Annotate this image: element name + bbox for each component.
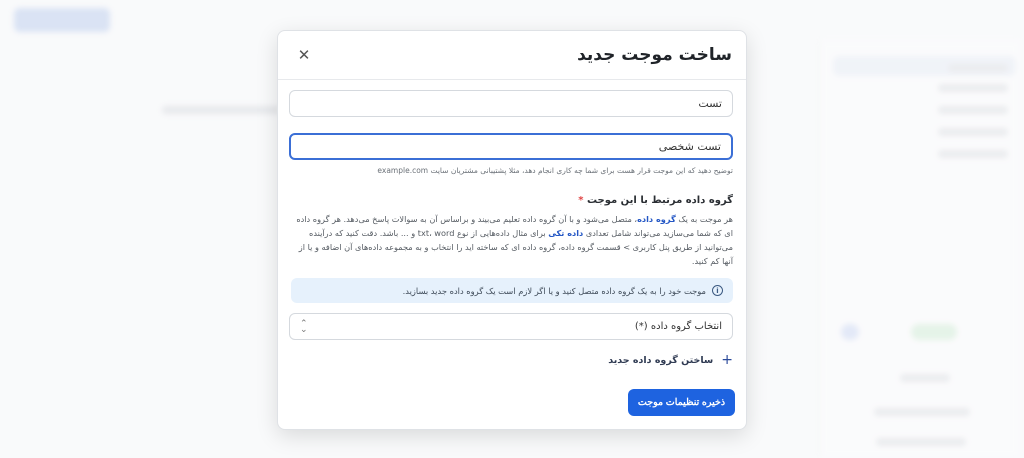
create-mojet-dialog: ساخت موجت جدید ✕ توضیح دهید که این موجت … <box>277 30 747 430</box>
create-dataset-label: ساختن گروه داده جدید <box>608 354 714 366</box>
create-dataset-button[interactable]: + ساختن گروه داده جدید <box>291 352 733 368</box>
dataset-section-description: هر موجت به یک گروه داده، متصل می‌شود و ب… <box>296 214 733 266</box>
dataset-select-value: انتخاب گروه داده (*) <box>634 321 722 332</box>
dialog-header: ساخت موجت جدید ✕ <box>278 31 746 80</box>
close-button[interactable]: ✕ <box>294 45 314 65</box>
info-alert: i موجت خود را به یک گروه داده متصل کنید … <box>291 278 733 303</box>
description-help-text: توضیح دهید که این موجت قرار هست برای شما… <box>377 166 733 175</box>
mojet-description-input[interactable] <box>289 133 733 160</box>
dialog-title: ساخت موجت جدید <box>577 45 732 65</box>
dataset-section-title: گروه داده مرتبط با این موجت * <box>291 195 733 206</box>
info-alert-text: موجت خود را به یک گروه داده متصل کنید و … <box>402 285 706 296</box>
chevron-up-down-icon: ⌃ ⌄ <box>300 318 308 335</box>
dataset-section-title-text: گروه داده مرتبط با این موجت <box>586 195 733 206</box>
info-icon: i <box>712 285 723 296</box>
mojet-name-input[interactable] <box>289 90 733 117</box>
required-mark: * <box>578 195 584 206</box>
plus-icon: + <box>721 352 733 368</box>
close-icon: ✕ <box>297 46 311 64</box>
dataset-term: گروه داده <box>637 214 676 224</box>
dataset-select[interactable]: انتخاب گروه داده (*) ⌃ ⌄ <box>289 313 733 340</box>
save-settings-button[interactable]: ذخیره تنظیمات موجت <box>628 389 735 416</box>
single-data-term: داده تکی <box>548 228 584 238</box>
